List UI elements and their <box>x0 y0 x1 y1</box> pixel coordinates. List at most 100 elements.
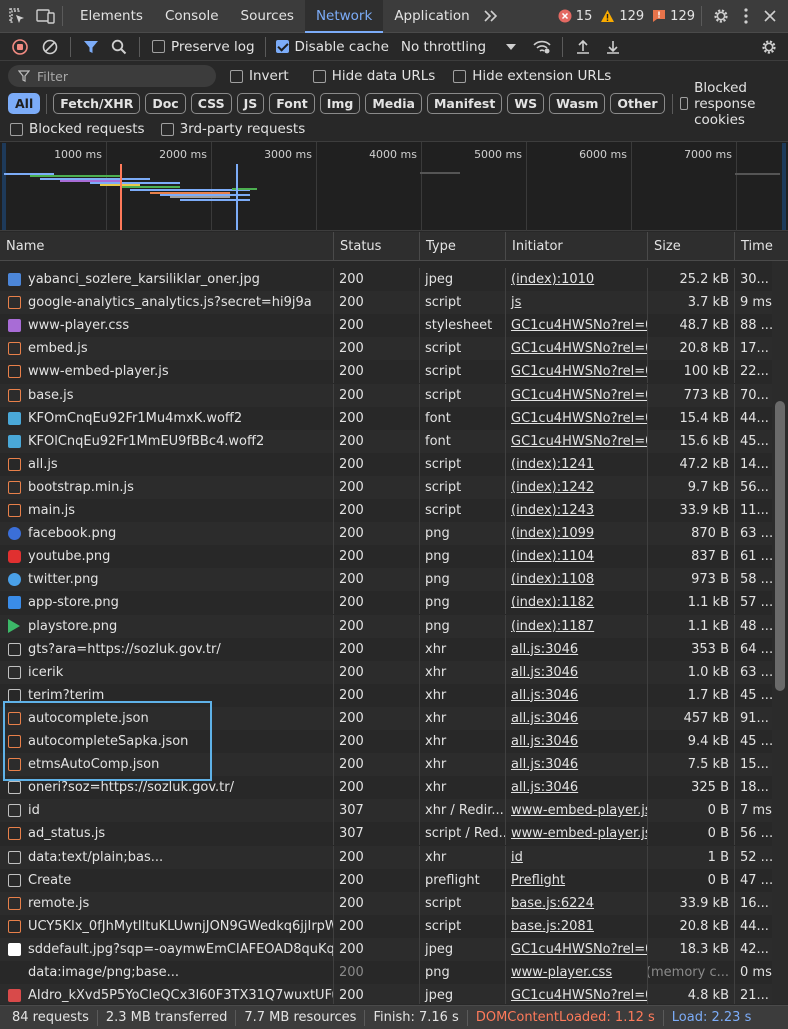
tab-application[interactable]: Application <box>383 0 480 33</box>
cell-name[interactable]: bootstrap.min.js <box>0 475 334 499</box>
table-row[interactable]: facebook.png 200 png (index):1099 870 B 63 ..… <box>0 522 772 546</box>
table-row[interactable]: bootstrap.min.js 200 script (index):1242 9.7… <box>0 475 772 499</box>
cell-initiator[interactable]: (index):1010 <box>506 268 648 291</box>
close-icon[interactable] <box>764 10 776 22</box>
cell-initiator[interactable]: www-embed-player.js:1 <box>506 822 648 846</box>
type-filter-img[interactable]: Img <box>319 93 361 114</box>
table-row[interactable]: KFOlCnqEu92Fr1MmEU9fBBc4.woff2 200 font GC1… <box>0 429 772 453</box>
cell-initiator[interactable]: js <box>506 291 648 315</box>
cell-name[interactable]: KFOlCnqEu92Fr1MmEU9fBBc4.woff2 <box>0 429 334 453</box>
cell-initiator[interactable]: base.js:6224 <box>506 891 648 915</box>
cell-initiator[interactable]: (index):1108 <box>506 568 648 592</box>
table-row[interactable]: AIdro_kXvd5P5YoCIeQCx3l60F3TX31Q7wuxtUFu… <box>0 984 772 1004</box>
device-toolbar-icon[interactable] <box>36 7 56 25</box>
throttling-select[interactable]: No throttling <box>401 39 517 55</box>
cell-name[interactable]: remote.js <box>0 891 334 915</box>
hide-extension-urls-checkbox[interactable]: Hide extension URLs <box>453 68 611 84</box>
cell-name[interactable]: yabanci_sozlere_karsiliklar_oner.jpg <box>0 268 334 291</box>
cell-name[interactable]: Create <box>0 868 334 892</box>
cell-initiator[interactable]: base.js:2081 <box>506 914 648 938</box>
cell-name[interactable]: twitter.png <box>0 568 334 592</box>
column-header-size[interactable]: Size <box>648 231 735 261</box>
cell-name[interactable]: main.js <box>0 499 334 522</box>
cell-name[interactable]: id <box>0 799 334 823</box>
cell-name[interactable]: www-embed-player.js <box>0 360 334 384</box>
type-filter-doc[interactable]: Doc <box>145 93 186 114</box>
cell-initiator[interactable]: id <box>506 845 648 869</box>
tab-console[interactable]: Console <box>154 0 230 33</box>
table-row[interactable]: remote.js 200 script base.js:6224 33.9 kB 16.… <box>0 891 772 915</box>
cell-initiator[interactable]: www-embed-player.js:9 <box>506 799 648 823</box>
network-settings-gear-icon[interactable] <box>760 38 778 56</box>
type-filter-manifest[interactable]: Manifest <box>426 93 503 114</box>
cell-name[interactable]: youtube.png <box>0 545 334 569</box>
table-row[interactable]: embed.js 200scriptGC1cu4HWSNo?rel=0:920.8… <box>0 337 772 361</box>
cell-name[interactable]: terim?terim <box>0 683 334 707</box>
cell-name[interactable]: www-player.css <box>0 314 334 338</box>
table-row[interactable]: UCY5Klx_0fJhMytIltuKLUwnjJON9GWedkq6jjIr… <box>0 914 772 938</box>
table-row[interactable]: gts?ara=https://sozluk.gov.tr/200 xhr all.… <box>0 637 772 661</box>
error-count-badge[interactable]: 15 <box>558 9 592 24</box>
scrollbar-thumb[interactable] <box>775 401 785 691</box>
column-header-type[interactable]: Type <box>420 231 506 261</box>
cell-initiator[interactable]: www-player.css <box>506 961 648 984</box>
type-filter-media[interactable]: Media <box>365 93 422 114</box>
table-row[interactable]: KFOmCnqEu92Fr1Mu4mxK.woff2 200 font GC1cu4H… <box>0 406 772 430</box>
type-filter-other[interactable]: Other <box>610 93 665 114</box>
column-header-initiator[interactable]: Initiator <box>506 231 648 261</box>
hide-data-urls-checkbox[interactable]: Hide data URLs <box>312 68 435 84</box>
cell-initiator[interactable]: all.js:3046 <box>506 660 648 684</box>
cell-initiator[interactable]: Preflight <box>506 868 648 892</box>
table-row[interactable]: etmsAutoComp.json 200 xhr all.js:3046 7.5 kB… <box>0 753 772 777</box>
type-filter-all[interactable]: All <box>8 93 41 114</box>
issues-count-badge[interactable]: 129 <box>652 9 695 24</box>
cell-name[interactable]: KFOmCnqEu92Fr1Mu4mxK.woff2 <box>0 406 334 430</box>
table-row[interactable]: base.js 200scriptGC1cu4HWSNo?rel=0:9773 k… <box>0 383 772 407</box>
cell-name[interactable]: icerik <box>0 660 334 684</box>
more-options-icon[interactable] <box>744 8 748 24</box>
cell-initiator[interactable]: GC1cu4HWSNo?rel=0:9 <box>506 337 648 361</box>
network-conditions-wifi-icon[interactable] <box>532 39 552 55</box>
table-row[interactable]: google-analytics_analytics.js?secret=hi9… <box>0 291 772 315</box>
cell-name[interactable]: data:image/png;base... <box>0 961 334 984</box>
cell-initiator[interactable]: GC1cu4HWSNo?rel=0:9 <box>506 984 648 1004</box>
cell-initiator[interactable]: GC1cu4HWSNo?rel=0:0 <box>506 406 648 430</box>
cell-name[interactable]: all.js <box>0 452 334 476</box>
table-row[interactable]: data:image/png;base... 200 png www-player.c… <box>0 961 772 984</box>
more-tabs-icon[interactable] <box>483 9 499 23</box>
cell-initiator[interactable]: GC1cu4HWSNo?rel=0:0 <box>506 429 648 453</box>
type-filter-wasm[interactable]: Wasm <box>549 93 606 114</box>
disable-cache-checkbox[interactable]: Disable cache <box>275 39 389 55</box>
table-row[interactable]: playstore.png 200 png (index):1187 1.1 kB 48 … <box>0 614 772 638</box>
cell-name[interactable]: ad_status.js <box>0 822 334 846</box>
clear-icon[interactable] <box>42 39 58 55</box>
filter-funnel-icon[interactable] <box>83 39 99 55</box>
table-row[interactable]: terim?terim 200 xhr all.js:3046 1.7 kB 45 ... <box>0 683 772 707</box>
cell-initiator[interactable]: all.js:3046 <box>506 753 648 777</box>
cell-initiator[interactable]: (index):1099 <box>506 522 648 546</box>
blocked-requests-checkbox[interactable]: Blocked requests <box>10 121 145 137</box>
cell-name[interactable]: etmsAutoComp.json <box>0 753 334 777</box>
column-header-status[interactable]: Status <box>334 231 420 261</box>
table-row[interactable]: main.js 200 script (index):1243 33.9 kB 11... <box>0 499 772 522</box>
cell-name[interactable]: playstore.png <box>0 614 334 638</box>
requests-scrollbar[interactable] <box>772 261 788 1004</box>
cell-initiator[interactable]: (index):1187 <box>506 614 648 638</box>
table-row[interactable]: Create 200 preflight Preflight 0 B 47 ... <box>0 868 772 892</box>
invert-checkbox[interactable]: Invert <box>230 68 289 84</box>
disable-cache-check[interactable] <box>275 40 289 53</box>
cell-name[interactable]: embed.js <box>0 337 334 361</box>
cell-name[interactable]: autocompleteSapka.json <box>0 730 334 753</box>
cell-initiator[interactable]: GC1cu4HWSNo?rel=0:9 <box>506 360 648 384</box>
cell-initiator[interactable]: all.js:3046 <box>506 706 648 730</box>
type-filter-font[interactable]: Font <box>269 93 315 114</box>
record-stop-icon[interactable] <box>12 38 28 55</box>
cell-name[interactable]: AIdro_kXvd5P5YoCIeQCx3l60F3TX31Q7wuxtUFu… <box>0 984 334 1004</box>
table-row[interactable]: data:text/plain;bas... 200 xhr id 1 B 52 ... <box>0 845 772 869</box>
invert-check[interactable] <box>230 69 243 83</box>
cell-name[interactable]: oneri?soz=https://sozluk.gov.tr/ <box>0 776 334 800</box>
cell-initiator[interactable]: (index):1243 <box>506 499 648 522</box>
type-filter-ws[interactable]: WS <box>507 93 545 114</box>
cell-name[interactable]: app-store.png <box>0 591 334 615</box>
cell-initiator[interactable]: GC1cu4HWSNo?rel=0:9 <box>506 383 648 407</box>
